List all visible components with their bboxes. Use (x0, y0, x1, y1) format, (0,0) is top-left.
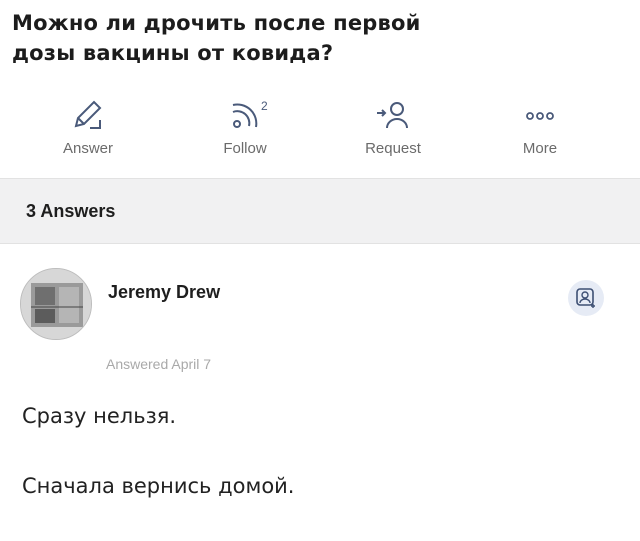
follow-signal-icon: 2 (232, 99, 268, 128)
answer-button[interactable]: Answer (28, 96, 148, 157)
author-name[interactable]: Jeremy Drew (108, 282, 220, 303)
follow-label: Follow (223, 140, 267, 157)
answers-header: 3 Answers (0, 178, 640, 244)
more-button[interactable]: More (480, 96, 600, 157)
follow-button[interactable]: 2 Follow (185, 96, 305, 157)
follow-count: 2 (261, 99, 268, 113)
follow-user-button[interactable] (568, 280, 604, 316)
answered-date: Answered April 7 (106, 356, 212, 372)
answer-line-2: Сначала вернись домой. (22, 474, 295, 498)
question-title-line-2: дозы вакцины от ковида? (12, 41, 334, 65)
request-label: Request (365, 140, 421, 157)
avatar[interactable] (20, 268, 92, 340)
avatar-photo (21, 269, 91, 339)
action-bar: Answer 2 Follow Request More (0, 96, 640, 176)
question-title-line-1: Можно ли дрочить после первой (12, 11, 421, 35)
answers-count: 3 Answers (26, 201, 116, 221)
pencil-icon (74, 100, 102, 129)
more-label: More (522, 140, 558, 157)
question-title: Можно ли дрочить после первой дозы вакци… (12, 8, 612, 68)
request-button[interactable]: Request (333, 96, 453, 157)
add-user-badge-icon (576, 288, 595, 308)
answer-line-1: Сразу нельзя. (22, 404, 177, 428)
more-dots-icon (526, 112, 554, 120)
add-person-icon (377, 102, 408, 129)
answer-label: Answer (62, 140, 114, 157)
author-row: Jeremy Drew (0, 262, 640, 342)
